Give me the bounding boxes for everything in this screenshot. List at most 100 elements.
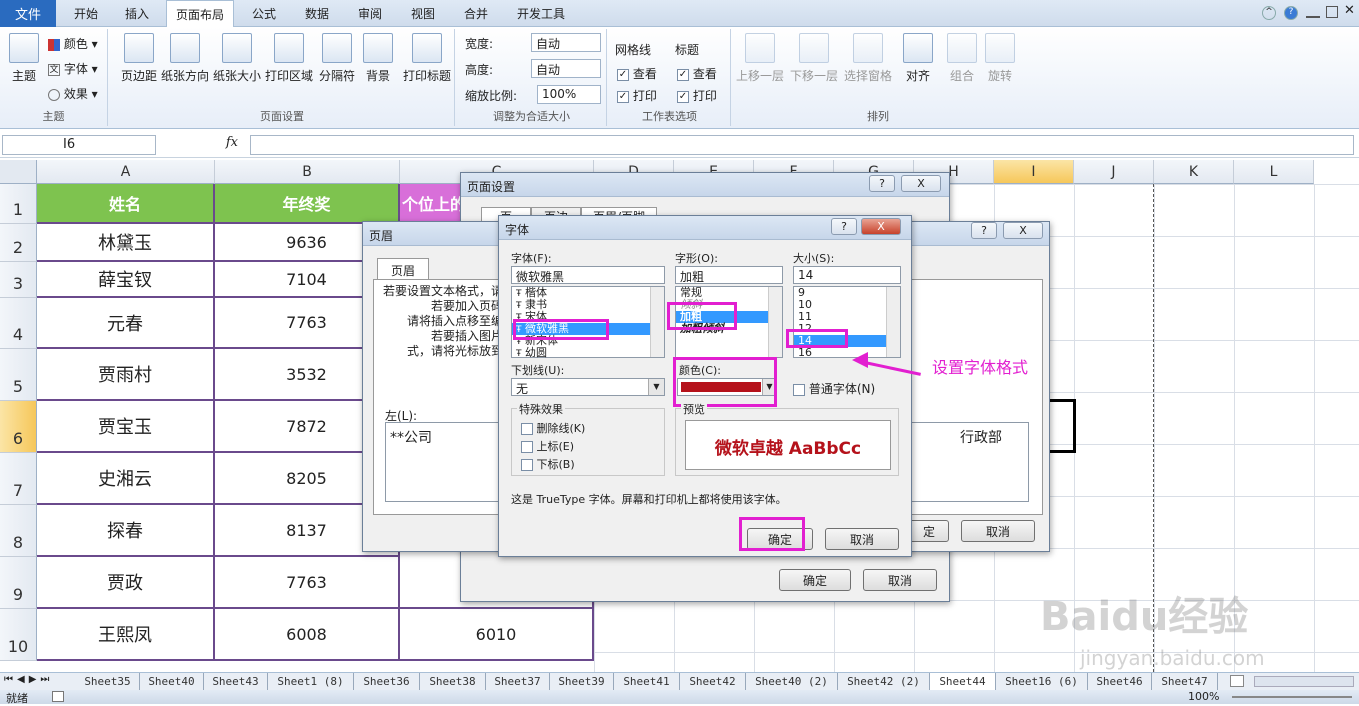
tab-data[interactable]: 数据 (293, 0, 341, 27)
formula-input[interactable] (250, 135, 1354, 155)
table-cell[interactable]: 贾雨村 (37, 349, 215, 401)
window-restore-icon[interactable] (1326, 6, 1338, 18)
selection-pane-button[interactable]: 选择窗格 (841, 31, 895, 84)
row-header[interactable]: 1 (0, 184, 37, 224)
help-icon[interactable]: ? (831, 218, 857, 235)
sheet-tab[interactable]: Sheet42 (680, 673, 746, 690)
insert-sheet-icon[interactable] (1230, 675, 1244, 687)
scrollbar[interactable] (886, 287, 900, 357)
row-header[interactable]: 8 (0, 505, 37, 557)
headings-view-checkbox[interactable]: ✓ 查看 (677, 65, 717, 82)
window-minimize-icon[interactable] (1306, 6, 1320, 18)
sheet-tab[interactable]: Sheet46 (1088, 673, 1152, 690)
font-style-input[interactable]: 加粗 (675, 266, 783, 284)
close-icon[interactable]: X (901, 175, 941, 192)
cancel-button[interactable]: 取消 (863, 569, 937, 591)
name-box[interactable]: I6 (2, 135, 156, 155)
table-cell[interactable]: 史湘云 (37, 453, 215, 505)
table-header-cell[interactable]: 姓名 (37, 184, 215, 224)
zoom-level[interactable]: 100% (1188, 690, 1219, 703)
print-titles-button[interactable]: 打印标题 (400, 31, 454, 84)
tab-file[interactable]: 文件 (0, 0, 56, 27)
sheet-nav-arrows[interactable]: ⏮◀▶⏭ (4, 674, 53, 685)
help-icon[interactable]: ? (1284, 6, 1298, 20)
help-icon[interactable]: ? (971, 222, 997, 239)
row-header[interactable]: 6 (0, 401, 37, 453)
tab-view[interactable]: 视图 (399, 0, 447, 27)
print-area-button[interactable]: 打印区域 (262, 31, 316, 84)
table-header-cell[interactable]: 年终奖 (215, 184, 400, 224)
row-header[interactable]: 3 (0, 262, 37, 298)
list-item[interactable]: Ŧ 幼圆 (512, 347, 664, 360)
paper-size-button[interactable]: 纸张大小 (210, 31, 264, 84)
theme-fonts-button[interactable]: 文 字体 ▾ (48, 60, 98, 77)
horizontal-scrollbar[interactable] (1254, 676, 1354, 687)
underline-select[interactable]: 无 ▼ (511, 378, 665, 396)
select-all-corner[interactable] (0, 160, 37, 184)
ok-button[interactable]: 定 (909, 520, 949, 542)
sheet-tab[interactable]: Sheet41 (614, 673, 680, 690)
subscript-checkbox[interactable]: 下标(B) (521, 456, 575, 472)
gridlines-view-checkbox[interactable]: ✓ 查看 (617, 65, 657, 82)
zoom-slider[interactable] (1232, 696, 1352, 698)
strikethrough-checkbox[interactable]: 删除线(K) (521, 420, 585, 436)
orientation-button[interactable]: 纸张方向 (158, 31, 212, 84)
table-cell[interactable]: 探春 (37, 505, 215, 557)
themes-button[interactable]: 主题 (2, 31, 46, 84)
theme-colors-button[interactable]: 颜色 ▾ (48, 35, 98, 52)
right-section-input[interactable]: 行政部 (911, 422, 1029, 502)
font-size-input[interactable]: 14 (793, 266, 901, 284)
sheet-tab[interactable]: Sheet39 (550, 673, 614, 690)
table-cell[interactable]: 贾宝玉 (37, 401, 215, 453)
cancel-button[interactable]: 取消 (961, 520, 1035, 542)
row-header[interactable]: 7 (0, 453, 37, 505)
help-icon[interactable]: ? (869, 175, 895, 192)
headings-print-checkbox[interactable]: ✓ 打印 (677, 87, 717, 104)
table-cell[interactable]: 王熙凤 (37, 609, 215, 661)
font-name-input[interactable]: 微软雅黑 (511, 266, 665, 284)
table-cell[interactable]: 7763 (215, 557, 400, 609)
sheet-tab[interactable]: Sheet36 (354, 673, 420, 690)
row-header[interactable]: 9 (0, 557, 37, 609)
sheet-tab[interactable]: Sheet42 (2) (838, 673, 930, 690)
sheet-tab[interactable]: Sheet40 (2) (746, 673, 838, 690)
column-header[interactable]: L (1234, 160, 1314, 184)
list-item[interactable]: 16 (794, 347, 900, 359)
sheet-tab[interactable]: Sheet16 (6) (996, 673, 1088, 690)
superscript-checkbox[interactable]: 上标(E) (521, 438, 574, 454)
sheet-tab[interactable]: Sheet43 (204, 673, 268, 690)
tab-review[interactable]: 审阅 (346, 0, 394, 27)
tab-home[interactable]: 开始 (62, 0, 110, 27)
table-cell[interactable]: 6010 (400, 609, 594, 661)
rotate-button[interactable]: 旋转 (973, 31, 1027, 84)
sheet-tab-active[interactable]: Sheet44 (930, 673, 996, 690)
column-header[interactable]: K (1154, 160, 1234, 184)
cancel-button[interactable]: 取消 (825, 528, 899, 550)
height-select[interactable]: 自动 (531, 59, 601, 78)
width-select[interactable]: 自动 (531, 33, 601, 52)
send-backward-button[interactable]: 下移一层 (787, 31, 841, 84)
table-cell[interactable]: 贾政 (37, 557, 215, 609)
tab-formulas[interactable]: 公式 (240, 0, 288, 27)
close-icon[interactable]: X (861, 218, 901, 235)
tab-page-layout[interactable]: 页面布局 (166, 0, 234, 28)
table-cell[interactable]: 薛宝钗 (37, 262, 215, 298)
macro-record-icon[interactable] (52, 691, 64, 702)
column-header[interactable]: A (37, 160, 215, 184)
row-header[interactable]: 5 (0, 349, 37, 401)
row-header[interactable]: 10 (0, 609, 37, 661)
ok-button[interactable]: 确定 (779, 569, 851, 591)
theme-effects-button[interactable]: 效果 ▾ (48, 85, 98, 102)
bring-forward-button[interactable]: 上移一层 (733, 31, 787, 84)
sheet-tab[interactable]: Sheet1 (8) (268, 673, 354, 690)
scrollbar[interactable] (768, 287, 782, 357)
minimize-ribbon-icon[interactable]: ^ (1262, 6, 1276, 20)
table-cell[interactable]: 林黛玉 (37, 224, 215, 262)
column-header[interactable]: J (1074, 160, 1154, 184)
row-header[interactable]: 2 (0, 224, 37, 262)
window-close-icon[interactable]: ✕ (1344, 3, 1355, 18)
insert-function-icon[interactable]: fx (170, 135, 238, 155)
tab-merge[interactable]: 合并 (452, 0, 500, 27)
table-cell[interactable]: 6008 (215, 609, 400, 661)
background-button[interactable]: 背景 (356, 31, 400, 84)
